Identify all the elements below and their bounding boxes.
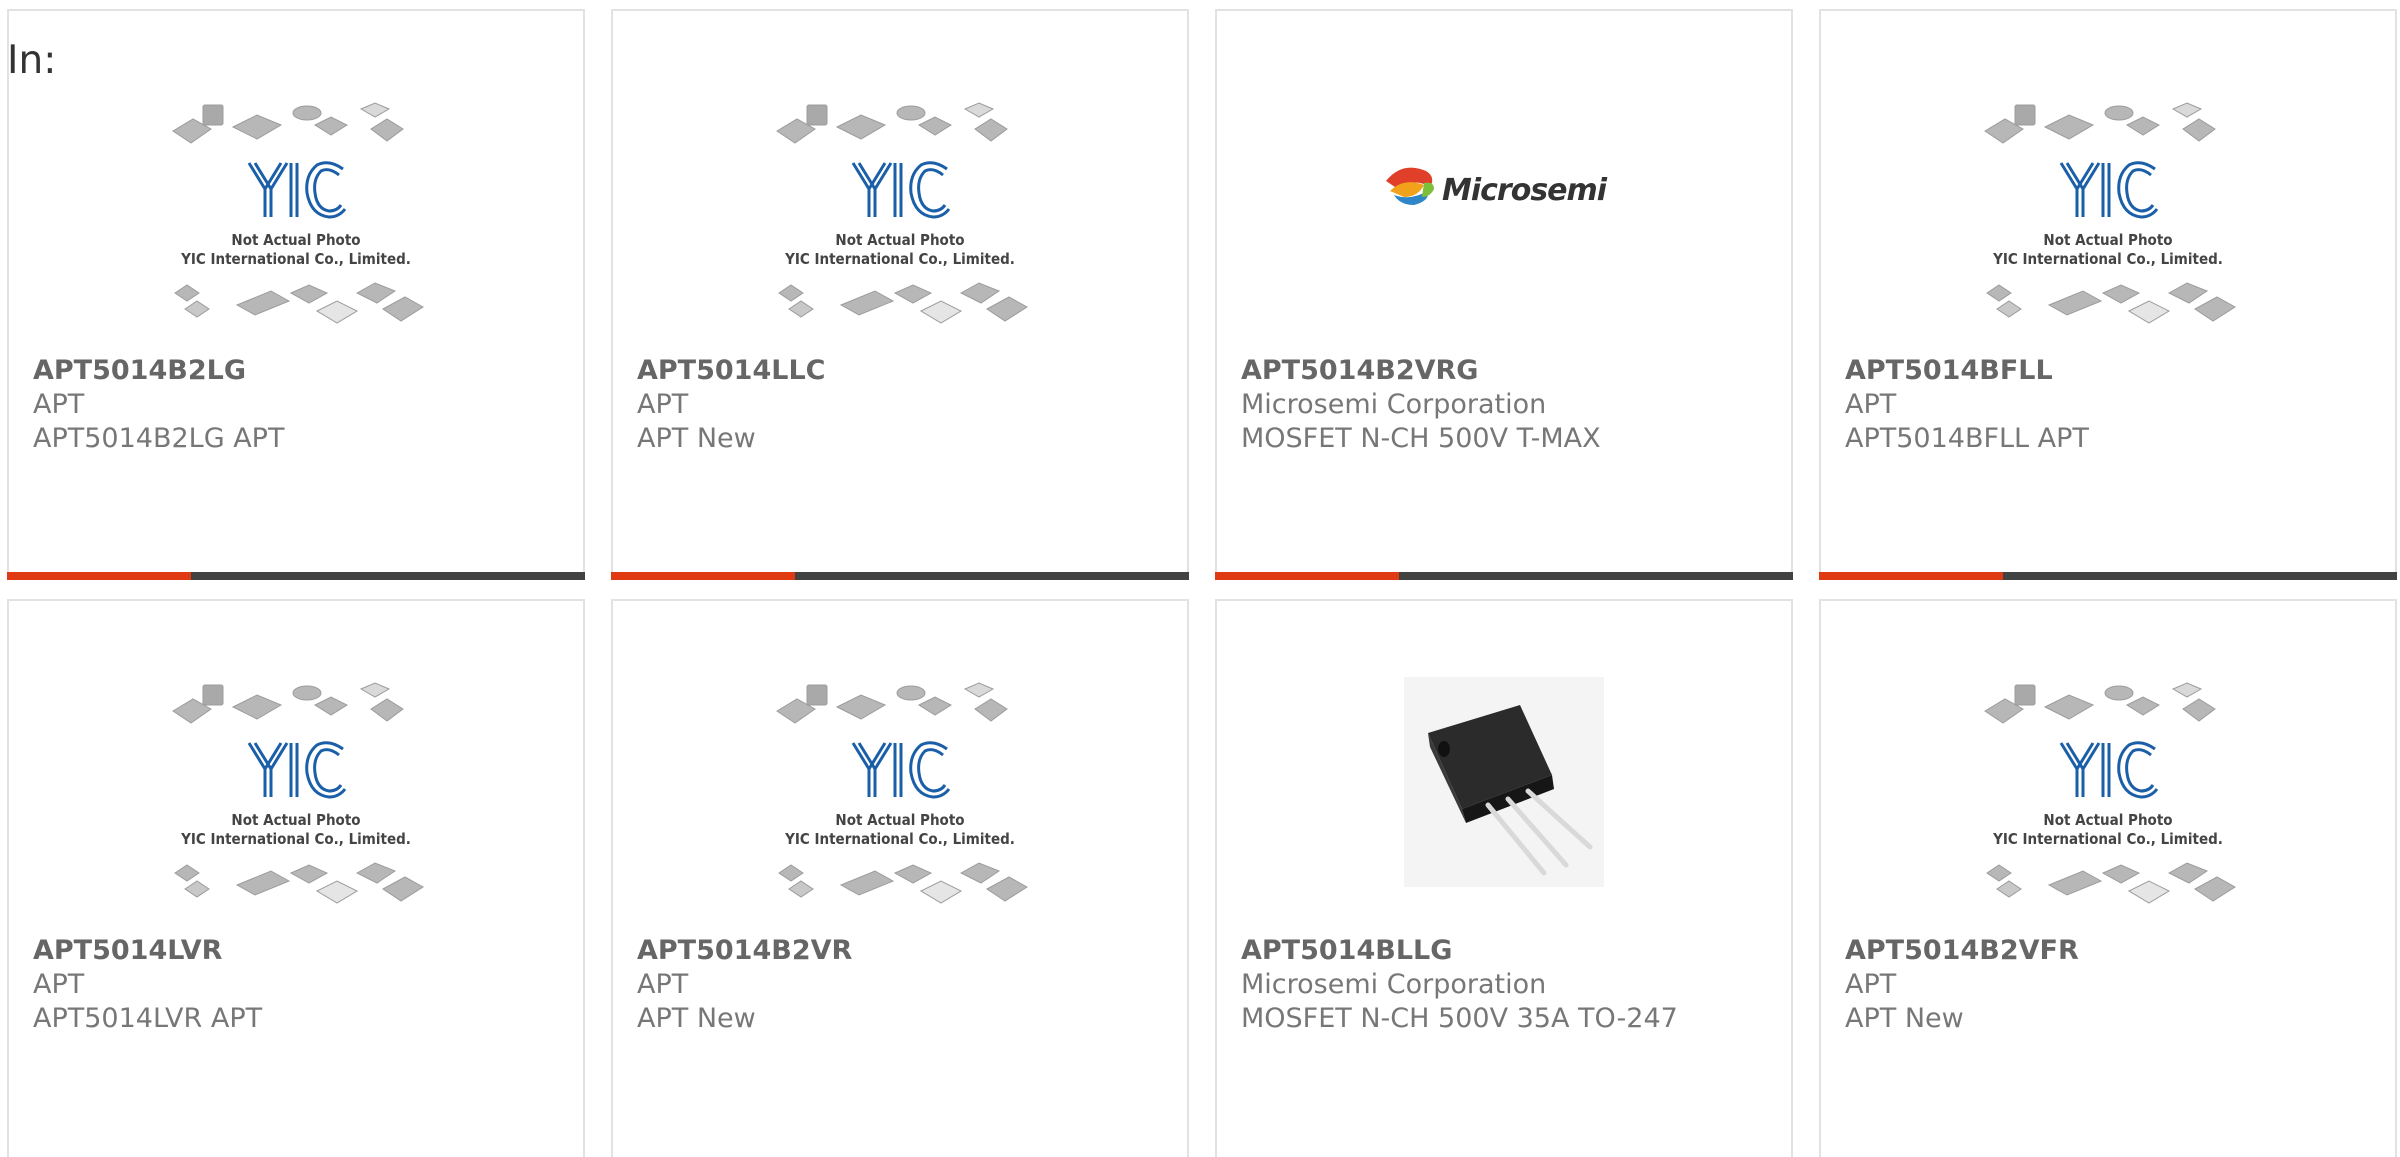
- svg-text:YIC International Co., Limited: YIC International Co., Limited.: [180, 250, 411, 268]
- description-text: APT5014B2LG APT: [33, 423, 285, 454]
- description-text: APT New: [637, 423, 756, 454]
- card-bottom-bar: [1215, 572, 1793, 580]
- card-bottom-bar: [7, 572, 585, 580]
- product-grid-page: In: Not Actual Photo YIC International C…: [0, 0, 2400, 1157]
- manufacturer-text: APT: [33, 389, 85, 420]
- yic-logo-icon: [851, 161, 951, 219]
- manufacturer-text: APT: [637, 389, 689, 420]
- product-image[interactable]: Not Actual Photo YIC International Co., …: [9, 97, 583, 357]
- description-text: APT5014BFLL APT: [1845, 423, 2089, 454]
- part-number-link[interactable]: APT5014BFLL: [1845, 355, 2053, 386]
- product-card[interactable]: Not Actual Photo YIC International Co., …: [1819, 9, 2397, 580]
- svg-text:Not Actual Photo: Not Actual Photo: [231, 231, 360, 249]
- description-text: APT New: [1845, 1003, 1964, 1034]
- yic-logo-icon: [2059, 741, 2159, 799]
- card-accent-bar: [611, 572, 795, 580]
- product-image[interactable]: Not Actual Photo YIC International Co., …: [1821, 97, 2395, 357]
- description-text: MOSFET N-CH 500V 35A TO-247: [1241, 1003, 1678, 1034]
- product-image[interactable]: [1217, 677, 1791, 937]
- product-card[interactable]: Not Actual Photo YIC International Co., …: [611, 599, 1189, 1157]
- manufacturer-text: APT: [33, 969, 85, 1000]
- svg-text:Not Actual Photo: Not Actual Photo: [835, 811, 964, 829]
- card-bottom-bar: [611, 572, 1189, 580]
- description-text: MOSFET N-CH 500V T-MAX: [1241, 423, 1601, 454]
- card-accent-bar: [1215, 572, 1399, 580]
- product-card[interactable]: APT5014BLLG Microsemi Corporation MOSFET N…: [1215, 599, 1793, 1157]
- to247-transistor-photo: [1404, 677, 1604, 887]
- description-text: APT New: [637, 1003, 756, 1034]
- part-number-link[interactable]: APT5014B2LG: [33, 355, 246, 386]
- svg-text:YIC International Co., Limited: YIC International Co., Limited.: [180, 830, 411, 848]
- card-accent-bar: [7, 572, 191, 580]
- product-image[interactable]: Not Actual Photo YIC International Co., …: [613, 677, 1187, 937]
- microsemi-logo-icon: [1386, 167, 1434, 205]
- yic-logo-icon: [247, 161, 347, 219]
- svg-text:YIC International Co., Limited: YIC International Co., Limited.: [784, 250, 1015, 268]
- svg-text:YIC International Co., Limited: YIC International Co., Limited.: [1992, 250, 2223, 268]
- svg-text:Not Actual Photo: Not Actual Photo: [2043, 231, 2172, 249]
- product-card[interactable]: Not Actual Photo YIC International Co., …: [7, 599, 585, 1157]
- product-card[interactable]: Not Actual Photo YIC International Co., …: [1819, 599, 2397, 1157]
- part-number-link[interactable]: APT5014BLLG: [1241, 935, 1452, 966]
- product-card[interactable]: Not Actual Photo YIC International Co., …: [611, 9, 1189, 580]
- filter-in-label: In:: [7, 38, 57, 83]
- svg-text:Not Actual Photo: Not Actual Photo: [835, 231, 964, 249]
- yic-logo-icon: [2059, 161, 2159, 219]
- svg-text:YIC International Co., Limited: YIC International Co., Limited.: [1992, 830, 2223, 848]
- product-card[interactable]: Microsemi APT5014B2VRG Microsemi Corporat…: [1215, 9, 1793, 580]
- yic-logo-icon: [247, 741, 347, 799]
- manufacturer-text: APT: [637, 969, 689, 1000]
- card-bottom-bar: [1819, 572, 2397, 580]
- svg-text:Not Actual Photo: Not Actual Photo: [2043, 811, 2172, 829]
- manufacturer-text: APT: [1845, 389, 1897, 420]
- part-number-link[interactable]: APT5014B2VFR: [1845, 935, 2079, 966]
- part-number-link[interactable]: APT5014B2VRG: [1241, 355, 1478, 386]
- product-image[interactable]: Not Actual Photo YIC International Co., …: [9, 677, 583, 937]
- product-image[interactable]: Not Actual Photo YIC International Co., …: [613, 97, 1187, 357]
- product-image[interactable]: Microsemi: [1217, 97, 1791, 357]
- part-number-link[interactable]: APT5014LVR: [33, 935, 222, 966]
- svg-text:YIC International Co., Limited: YIC International Co., Limited.: [784, 830, 1015, 848]
- part-number-link[interactable]: APT5014B2VR: [637, 935, 852, 966]
- part-number-link[interactable]: APT5014LLC: [637, 355, 825, 386]
- description-text: APT5014LVR APT: [33, 1003, 263, 1034]
- manufacturer-text: Microsemi Corporation: [1241, 389, 1547, 420]
- svg-text:Microsemi: Microsemi: [1442, 173, 1608, 208]
- svg-text:Not Actual Photo: Not Actual Photo: [231, 811, 360, 829]
- manufacturer-text: Microsemi Corporation: [1241, 969, 1547, 1000]
- manufacturer-text: APT: [1845, 969, 1897, 1000]
- card-accent-bar: [1819, 572, 2003, 580]
- product-image[interactable]: Not Actual Photo YIC International Co., …: [1821, 677, 2395, 937]
- product-card[interactable]: Not Actual Photo YIC International Co., …: [7, 9, 585, 580]
- yic-logo-icon: [851, 741, 951, 799]
